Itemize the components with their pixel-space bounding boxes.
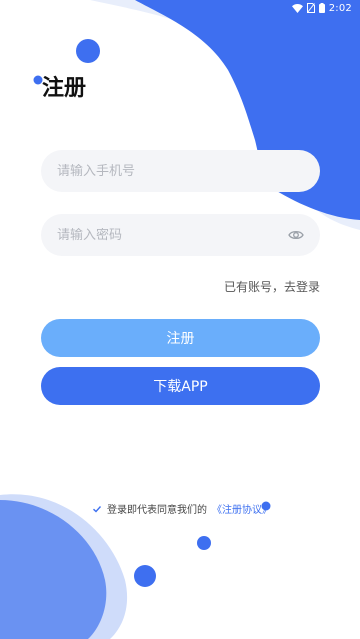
- agreement-text: 登录即代表同意我们的: [107, 505, 207, 516]
- status-bar: 2:02: [0, 0, 360, 16]
- password-input[interactable]: [57, 227, 288, 243]
- phone-input[interactable]: [57, 163, 304, 179]
- have-account-login-link[interactable]: 已有账号，去登录: [224, 278, 320, 295]
- password-field[interactable]: [41, 214, 320, 256]
- agreement-link[interactable]: 《注册协议》: [212, 501, 272, 516]
- battery-icon: [318, 3, 325, 13]
- eye-icon[interactable]: [287, 226, 304, 244]
- download-app-button[interactable]: 下载APP: [41, 367, 320, 405]
- no-sim-icon: [306, 3, 315, 13]
- agreement-row: 登录即代表同意我们的 《注册协议》: [92, 501, 272, 516]
- page-title: 注册: [42, 76, 87, 101]
- wifi-icon: [291, 3, 303, 13]
- agreement-check-icon[interactable]: [92, 504, 102, 514]
- register-button[interactable]: 注册: [41, 319, 320, 357]
- phone-field[interactable]: [41, 150, 320, 192]
- status-time: 2:02: [328, 2, 352, 14]
